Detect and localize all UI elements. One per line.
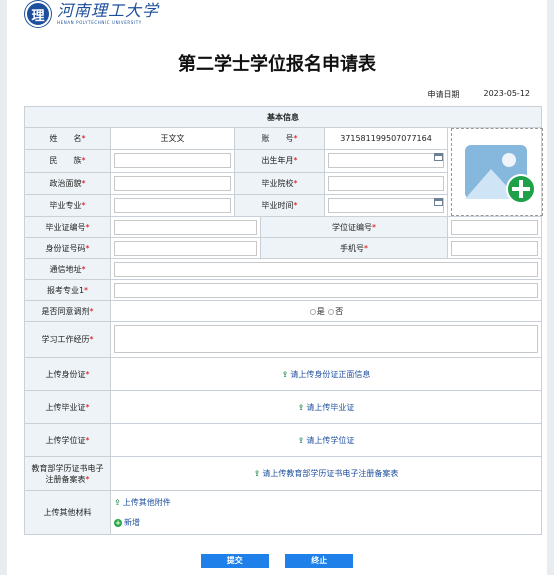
id-no-label: 身份证号码* [24,237,111,259]
diploma-no-label: 毕业证编号* [24,216,111,238]
plus-circle-icon: + [114,518,122,527]
birth-date-input[interactable] [328,153,444,169]
apply-major-input[interactable] [114,282,538,298]
address-label: 通信地址* [24,258,111,280]
account-label: 账 号* [234,126,325,151]
apply-date-label: 申请日期 [427,90,460,99]
grad-school-label: 毕业院校* [234,171,325,195]
adjust-no-radio[interactable] [328,308,335,315]
address-input[interactable] [114,261,538,277]
phone-input[interactable] [451,240,538,256]
phone-label: 手机号* [260,237,448,259]
ethnicity-label: 民 族* [24,149,111,173]
apply-major-label: 报考专业1* [24,279,111,301]
major-input[interactable] [114,197,231,213]
upload-other-label: 上传其他材料 [24,490,111,535]
upload-diploma-link[interactable]: ⇪ 请上传毕业证 [110,390,542,424]
upload-degree-label: 上传学位证* [24,423,111,457]
grad-school-input[interactable] [328,175,444,191]
page-title: 第二学士学位报名申请表 [178,54,376,75]
upload-id-link[interactable]: ⇪ 请上传身份证正面信息 [110,357,542,391]
photo-frame[interactable] [451,128,543,216]
degree-no-input[interactable] [451,219,538,235]
section-header: 基本信息 [24,106,542,128]
politics-label: 政治面貌* [24,171,111,195]
degree-no-label: 学位证编号* [260,216,448,238]
adjust-label: 是否同意调剂* [24,300,111,322]
image-placeholder-icon [465,145,536,204]
university-logo: 理 河南理工大学 HENAN POLYTECHNIC UNIVERSITY [25,0,159,28]
calendar-icon[interactable] [434,197,443,206]
photo-upload[interactable] [447,127,543,217]
application-form: 基本信息 姓 名* 王文文 账 号* 371581199507077164 民 … [24,106,543,535]
adjust-no-label: 否 [335,306,344,316]
upload-degree-link[interactable]: ⇪ 请上传学位证 [110,423,542,457]
upload-icon: ⇪ [114,498,121,507]
adjust-options: 是 否 [110,300,542,322]
grad-time-label: 毕业时间* [234,193,325,218]
major-label: 毕业专业* [24,193,111,218]
adjust-yes-label: 是 [316,306,325,316]
account-value: 371581199507077164 [324,126,448,151]
name-label: 姓 名* [24,126,111,151]
stop-button[interactable]: 终止 [285,554,354,568]
upload-moe-link[interactable]: ⇪ 请上传教育部学历证书电子注册备案表 [110,456,542,491]
upload-icon: ⇪ [281,369,289,379]
add-attachment-button[interactable]: + 新增 [114,517,140,528]
logo-chinese-name: 河南理工大学 [57,1,160,20]
upload-icon: ⇪ [297,402,305,412]
logo-emblem-icon: 理 [25,1,51,27]
upload-other-link[interactable]: ⇪ 上传其他附件 [114,497,538,508]
apply-date: 申请日期 2023-05-12 [428,89,531,100]
diploma-no-input[interactable] [114,219,257,235]
politics-input[interactable] [114,175,231,191]
apply-date-value: 2023-05-12 [483,89,531,98]
experience-textarea[interactable] [114,324,538,353]
id-no-input[interactable] [114,240,257,256]
upload-id-label: 上传身份证* [24,357,111,391]
name-value: 王文文 [110,126,235,151]
birth-label: 出生年月* [234,149,325,173]
action-bar: 提交 终止 [7,554,547,568]
upload-diploma-label: 上传毕业证* [24,390,111,424]
upload-moe-label: 教育部学历证书电子注册备案表* [24,456,111,491]
calendar-icon[interactable] [434,153,443,162]
upload-icon: ⇪ [297,435,305,445]
ethnicity-input[interactable] [114,153,231,169]
adjust-yes-radio[interactable] [309,308,316,315]
form-page: 理 河南理工大学 HENAN POLYTECHNIC UNIVERSITY 第二… [7,0,547,575]
submit-button[interactable]: 提交 [200,554,269,568]
logo-english-name: HENAN POLYTECHNIC UNIVERSITY [57,20,142,25]
upload-icon: ⇪ [253,469,261,478]
experience-label: 学习工作经历* [24,321,111,358]
grad-time-input[interactable] [328,197,444,213]
